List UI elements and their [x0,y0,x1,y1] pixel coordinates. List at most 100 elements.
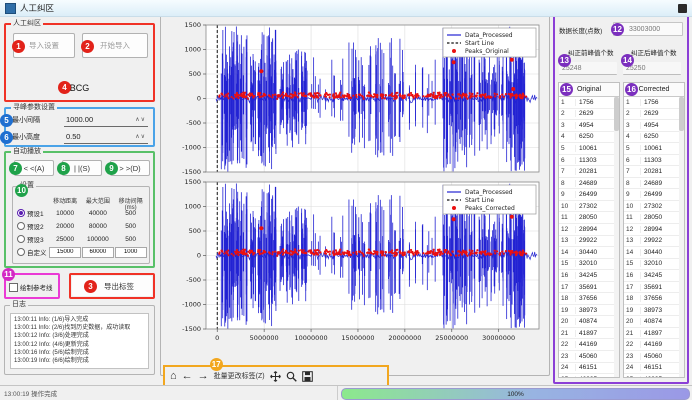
preset-radio[interactable] [17,222,25,230]
row-index: 16 [624,272,641,279]
table-row[interactable]: 1128050 [559,212,614,224]
original-table-body[interactable]: 1175622629349544625051006161130372028182… [559,97,619,377]
custom-value-input[interactable] [49,247,81,258]
table-row[interactable]: 2446151 [559,363,614,375]
table-row[interactable]: 22629 [559,109,614,121]
preset-row-预设3[interactable]: 预设325000100000500 [17,233,147,245]
table-row[interactable]: 1634245 [559,270,614,282]
corrected-table-scrollbar[interactable] [679,97,684,377]
plot-toolbar: ⌂ ← → 17 批量更改标签(Z) [163,365,389,387]
zoom-icon[interactable] [286,371,297,382]
export-labels-button[interactable]: 3 导出标签 [72,276,152,296]
preset-row-预设2[interactable]: 预设22000080000500 [17,220,147,232]
table-row[interactable]: 1027302 [624,201,679,213]
row-index: 7 [559,168,576,175]
table-row[interactable]: 11756 [559,97,614,109]
preset-radio[interactable] [17,235,25,243]
table-row[interactable]: 1837656 [624,293,679,305]
table-row[interactable]: 1938973 [624,305,679,317]
start-import-button[interactable]: 2 开始导入 [82,33,148,58]
table-row[interactable]: 720281 [624,166,679,178]
table-row[interactable]: 611303 [624,155,679,167]
custom-value-input[interactable] [82,247,114,258]
table-row[interactable]: 1532010 [624,259,679,271]
forward-icon[interactable]: → [198,371,209,382]
table-row[interactable]: 2244169 [624,339,679,351]
reference-line-checkbox[interactable] [9,283,18,292]
log-textarea[interactable]: 13:00:11 Info: (1/6)导入完成13:00:11 Info: (… [10,313,149,369]
table-row[interactable]: 1128050 [624,212,679,224]
signal-plots[interactable]: -1500-1000-500050010001500Data_Processed… [162,19,548,363]
preset-radio[interactable] [17,248,25,256]
forward-button[interactable]: 9 > >(D) [110,160,150,176]
min-height-value[interactable]: 0.50 [64,132,135,141]
table-row[interactable]: 1837656 [559,293,614,305]
original-table-scrollbar[interactable] [614,97,619,377]
table-row[interactable]: 46250 [559,132,614,144]
row-index: 11 [559,214,576,221]
table-row[interactable]: 926499 [624,189,679,201]
data-length-field: 12 33003000 [613,22,683,36]
table-row[interactable]: 2446151 [624,363,679,375]
min-height-spinner[interactable]: 0.50 ∧∨ [64,130,148,144]
rewind-button[interactable]: 7 < <(A) [14,160,54,176]
table-row[interactable]: 510061 [624,143,679,155]
pause-button[interactable]: 8 | |(S) [62,160,102,176]
table-row[interactable]: 611303 [559,155,614,167]
min-height-row: 6 最小高度 0.50 ∧∨ [8,130,148,144]
table-row[interactable]: 46250 [624,132,679,144]
spinner-arrows-icon[interactable]: ∧∨ [135,116,148,123]
table-row[interactable]: 1329922 [624,236,679,248]
table-row[interactable]: 2141897 [559,328,614,340]
table-row[interactable]: 1634245 [624,270,679,282]
table-row[interactable]: 2040874 [624,316,679,328]
corrected-peaks-table[interactable]: 16 Corrected 117562262934954462505100616… [623,82,685,378]
table-row[interactable]: 1430440 [624,247,679,259]
preset-row-预设1[interactable]: 预设11000040000500 [17,207,147,219]
home-icon[interactable]: ⌂ [170,371,177,382]
custom-value-input[interactable] [115,247,147,258]
table-row[interactable]: 1532010 [559,259,614,271]
import-settings-button[interactable]: 1 导入设置 [13,33,75,58]
table-row[interactable]: 2546995 [624,374,679,377]
min-interval-spinner[interactable]: 1000.00 ∧∨ [64,113,148,127]
table-row[interactable]: 824689 [624,178,679,190]
table-row[interactable]: 510061 [559,143,614,155]
table-row[interactable]: 2546995 [559,374,614,377]
table-row[interactable]: 1735691 [624,282,679,294]
table-row[interactable]: 824689 [559,178,614,190]
table-row[interactable]: 1329922 [559,236,614,248]
table-row[interactable]: 1027302 [559,201,614,213]
back-icon[interactable]: ← [182,371,193,382]
preset-row-自定义[interactable]: 自定义 [17,246,147,258]
svg-text:1000: 1000 [184,203,201,211]
original-peaks-table[interactable]: 15 Original 1175622629349544625051006161… [558,82,620,378]
corrected-table-body[interactable]: 1175622629349544625051006161130372028182… [624,97,684,377]
spinner-arrows-icon[interactable]: ∧∨ [135,133,148,140]
table-row[interactable]: 2141897 [624,328,679,340]
table-row[interactable]: 2345060 [559,351,614,363]
preset-radio[interactable] [17,209,25,217]
window-control-icon[interactable] [678,4,687,13]
table-row[interactable]: 926499 [559,189,614,201]
batch-edit-label[interactable]: 17 批量更改标签(Z) [214,371,265,381]
table-row[interactable]: 1938973 [559,305,614,317]
table-row[interactable]: 34954 [624,120,679,132]
table-row[interactable]: 2040874 [559,316,614,328]
table-row[interactable]: 34954 [559,120,614,132]
table-row[interactable]: 2244169 [559,339,614,351]
table-row[interactable]: 1228994 [559,224,614,236]
table-row[interactable]: 11756 [624,97,679,109]
row-value: 41897 [576,330,614,337]
svg-text:20000000: 20000000 [388,334,421,342]
table-row[interactable]: 1228994 [624,224,679,236]
table-row[interactable]: 720281 [559,166,614,178]
table-row[interactable]: 1735691 [559,282,614,294]
table-row[interactable]: 22629 [624,109,679,121]
save-icon[interactable] [302,371,313,382]
min-interval-value[interactable]: 1000.00 [64,115,135,124]
pan-icon[interactable] [270,371,281,382]
row-value: 40874 [641,318,679,325]
table-row[interactable]: 1430440 [559,247,614,259]
table-row[interactable]: 2345060 [624,351,679,363]
